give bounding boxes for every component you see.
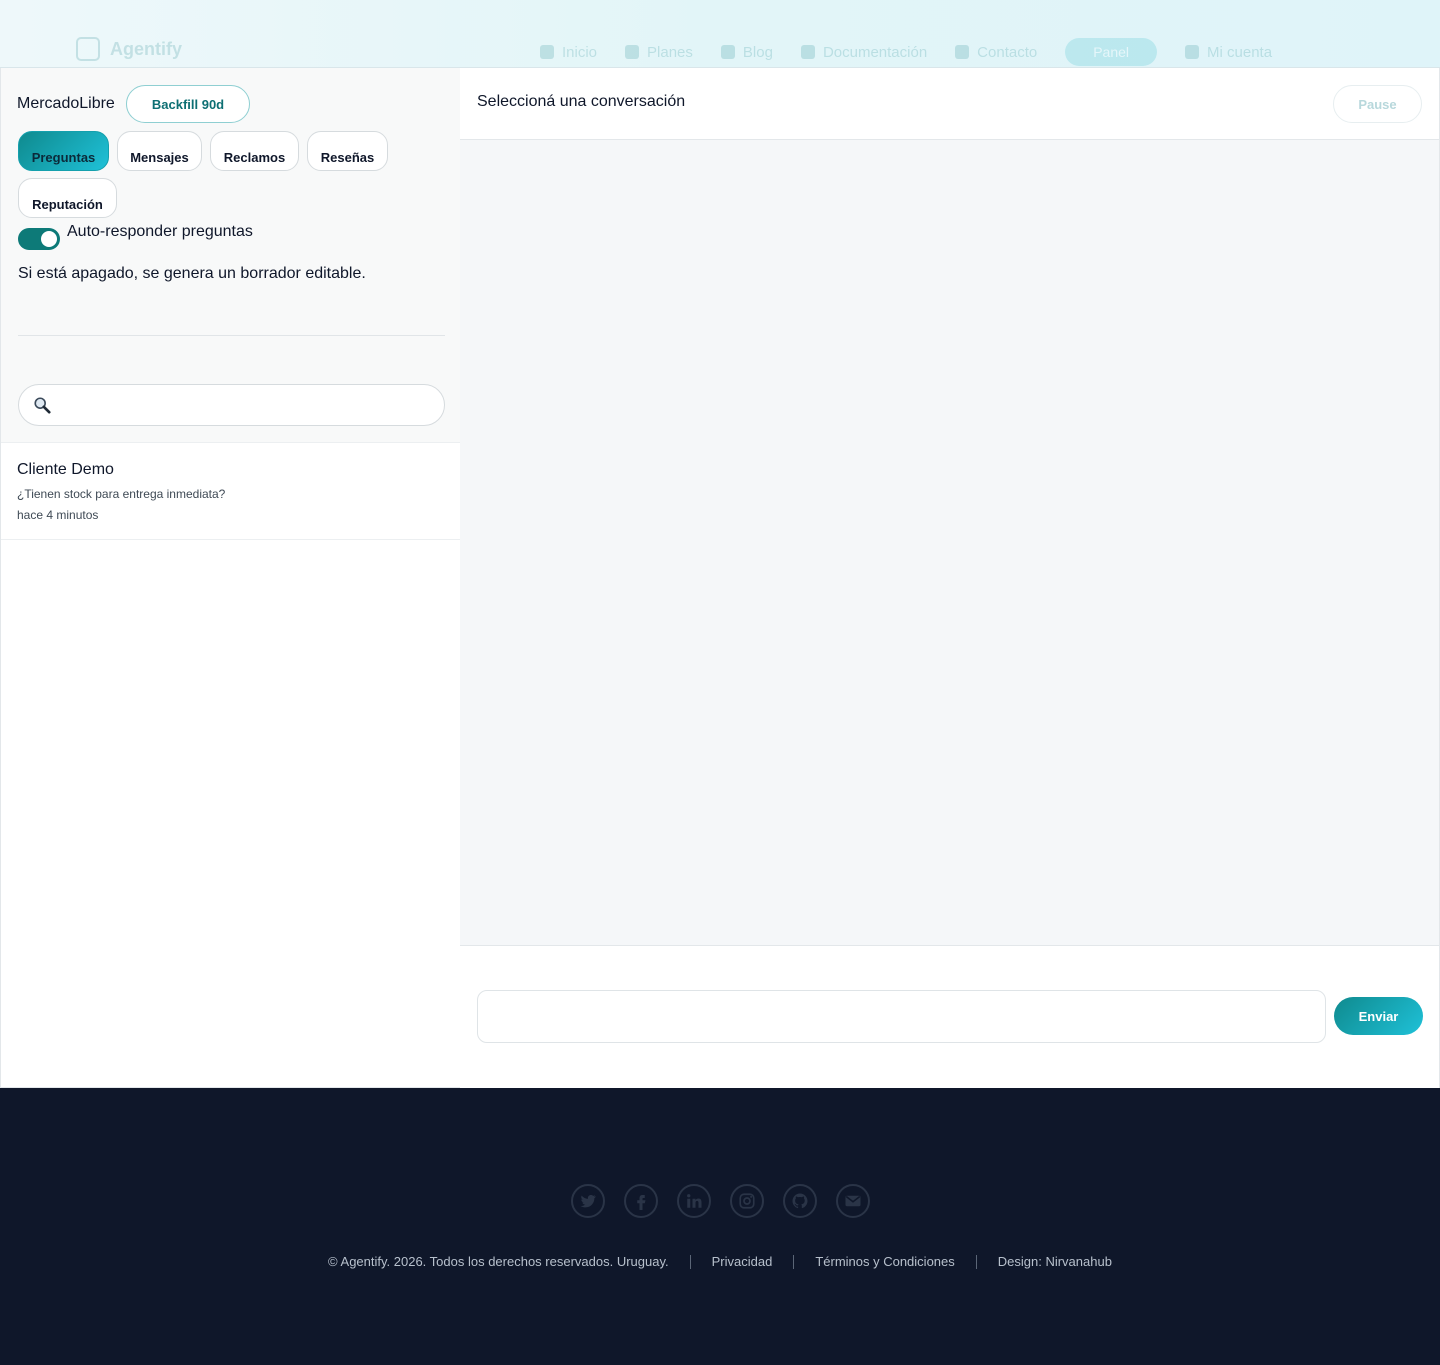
chat-title: Seleccioná una conversación	[477, 93, 686, 110]
auto-reply-toggle[interactable]	[18, 228, 60, 250]
backfill-button[interactable]: Backfill 90d	[126, 85, 250, 123]
linkedin-icon[interactable]	[677, 1184, 711, 1218]
nav-item-blog[interactable]: Blog	[720, 44, 773, 61]
nav-item-documentacion[interactable]: Documentación	[800, 44, 927, 61]
search-box[interactable]	[18, 384, 445, 426]
send-button[interactable]: Enviar	[1334, 997, 1423, 1035]
instagram-icon[interactable]	[730, 1184, 764, 1218]
twitter-icon[interactable]	[571, 1184, 605, 1218]
pause-button[interactable]: Pause	[1333, 85, 1422, 123]
conversation-time: hace 4 minutos	[17, 508, 99, 522]
separator	[975, 1254, 977, 1269]
conversation-name: Cliente Demo	[17, 461, 114, 478]
divider	[18, 335, 445, 336]
nav-item-inicio[interactable]: Inicio	[540, 44, 597, 61]
footer: © Agentify. 2026. Todos los derechos res…	[0, 1088, 1440, 1365]
nav-item-account[interactable]: Mi cuenta	[1185, 44, 1272, 61]
mail-icon[interactable]	[836, 1184, 870, 1218]
sidebar-controls: MercadoLibre Backfill 90d Preguntas Mens…	[1, 68, 460, 443]
tab-reputacion[interactable]: Reputación	[18, 178, 117, 218]
design-credit-link[interactable]: Design: Nirvanahub	[998, 1254, 1112, 1269]
terms-link[interactable]: Términos y Condiciones	[815, 1254, 954, 1269]
tag-icon	[625, 45, 640, 59]
marketplace-title: MercadoLibre	[17, 95, 115, 112]
brand[interactable]: Agentify	[76, 37, 182, 61]
tab-preguntas[interactable]: Preguntas	[18, 131, 109, 171]
chat-header: Seleccioná una conversación Pause	[460, 68, 1439, 140]
separator	[793, 1254, 795, 1269]
auto-reply-hint: Si está apagado, se genera un borrador e…	[18, 265, 366, 282]
tab-resenas[interactable]: Reseñas	[307, 131, 388, 171]
nav-item-planes[interactable]: Planes	[625, 44, 693, 61]
blog-icon	[720, 45, 735, 59]
copyright: © Agentify. 2026. Todos los derechos res…	[328, 1254, 669, 1269]
tab-reclamos[interactable]: Reclamos	[210, 131, 299, 171]
home-icon	[540, 45, 554, 59]
chat-panel: Seleccioná una conversación Pause Enviar	[460, 68, 1440, 1088]
document-icon	[800, 45, 815, 59]
mail-icon	[955, 45, 970, 59]
message-input[interactable]	[477, 990, 1326, 1043]
privacy-link[interactable]: Privacidad	[712, 1254, 773, 1269]
social-links	[571, 1184, 870, 1218]
top-navigation: Agentify Inicio Planes Blog Documentació…	[0, 0, 1440, 68]
composer: Enviar	[460, 946, 1439, 1088]
conversation-snippet: ¿Tienen stock para entrega inmediata?	[17, 487, 226, 501]
nav-items: Inicio Planes Blog Documentación Contact…	[540, 38, 1272, 66]
search-input[interactable]	[63, 393, 433, 419]
nav-item-contacto[interactable]: Contacto	[955, 44, 1037, 61]
search-icon	[34, 397, 51, 414]
sidebar-panel: MercadoLibre Backfill 90d Preguntas Mens…	[0, 68, 461, 1088]
user-icon	[1185, 45, 1200, 59]
messages-area	[460, 140, 1439, 946]
list-item[interactable]: Cliente Demo ¿Tienen stock para entrega …	[1, 444, 460, 540]
panel-button[interactable]: Panel	[1065, 38, 1158, 66]
brand-name: Agentify	[110, 38, 182, 59]
github-icon[interactable]	[783, 1184, 817, 1218]
toggle-knob	[41, 231, 57, 247]
auto-reply-label: Auto-responder preguntas	[67, 223, 253, 240]
top-navigation-content: Agentify Inicio Planes Blog Documentació…	[0, 0, 1440, 67]
footer-links: © Agentify. 2026. Todos los derechos res…	[0, 1254, 1440, 1269]
facebook-icon[interactable]	[624, 1184, 658, 1218]
brand-logo-icon	[76, 37, 100, 61]
separator	[689, 1254, 691, 1269]
tab-mensajes[interactable]: Mensajes	[117, 131, 202, 171]
